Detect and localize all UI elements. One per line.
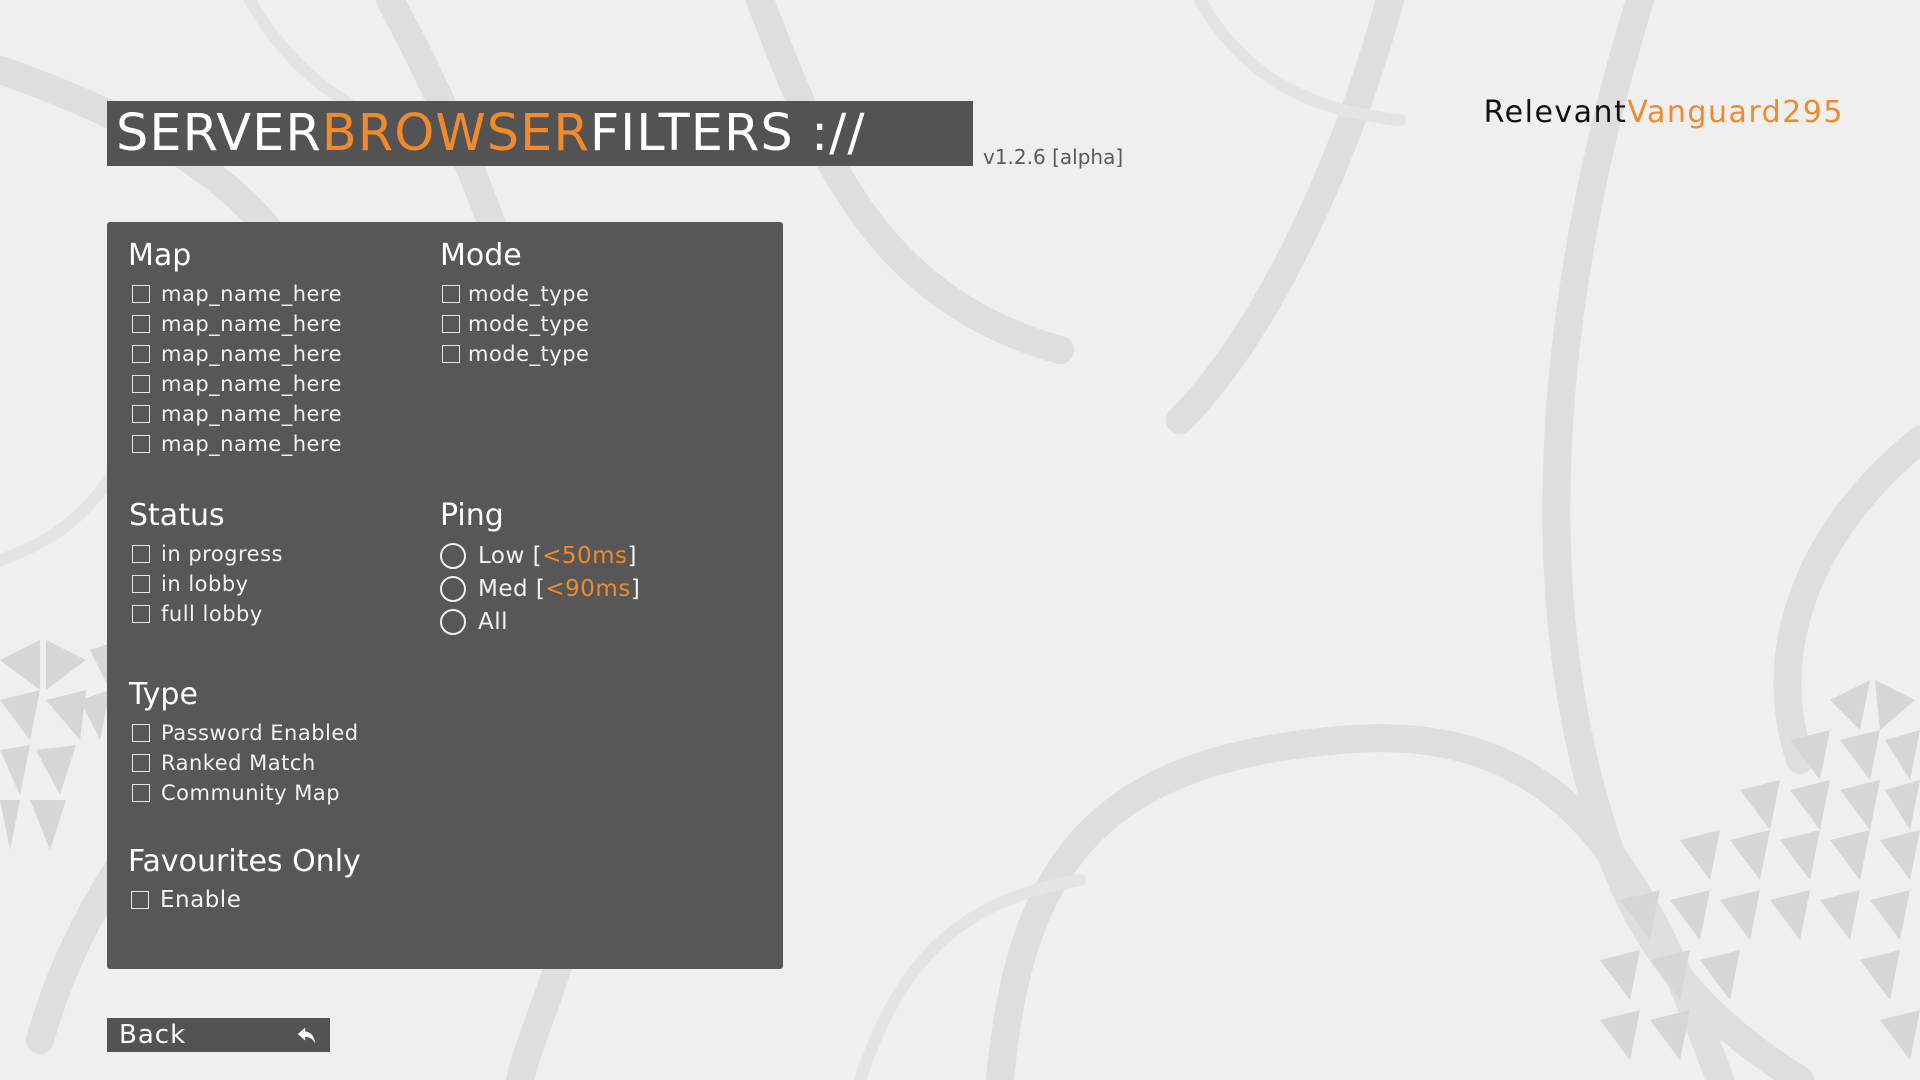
ping-med-ms: <90ms bbox=[545, 575, 631, 602]
ping-option-all[interactable]: All bbox=[440, 605, 640, 638]
checkbox[interactable] bbox=[132, 285, 150, 303]
checkbox[interactable] bbox=[132, 375, 150, 393]
status-option[interactable]: in progress bbox=[129, 539, 283, 569]
checkbox[interactable] bbox=[132, 405, 150, 423]
type-option[interactable]: Community Map bbox=[129, 778, 359, 808]
map-option[interactable]: map_name_here bbox=[128, 309, 342, 339]
checkbox[interactable] bbox=[132, 724, 150, 742]
ping-low-ms: <50ms bbox=[542, 542, 628, 569]
checkbox[interactable] bbox=[442, 315, 460, 333]
type-option-label: Community Map bbox=[161, 781, 341, 805]
version-label: v1.2.6 [alpha] bbox=[983, 145, 1124, 169]
mode-option-label: mode_type bbox=[468, 342, 590, 366]
map-option[interactable]: map_name_here bbox=[128, 369, 342, 399]
mode-option[interactable]: mode_type bbox=[440, 309, 589, 339]
map-option-label: map_name_here bbox=[161, 282, 343, 306]
mode-heading: Mode bbox=[440, 238, 522, 273]
checkbox[interactable] bbox=[132, 545, 150, 563]
type-heading: Type bbox=[129, 677, 198, 712]
favourites-heading: Favourites Only bbox=[128, 844, 361, 879]
checkbox[interactable] bbox=[442, 285, 460, 303]
map-option[interactable]: map_name_here bbox=[128, 279, 342, 309]
checkbox[interactable] bbox=[131, 891, 149, 909]
status-option-label: in progress bbox=[161, 542, 283, 566]
ping-section: Ping Low [<50ms] Med [<90ms] All bbox=[440, 501, 640, 638]
username-part-2: Vanguard295 bbox=[1627, 95, 1844, 130]
map-option[interactable]: map_name_here bbox=[128, 399, 342, 429]
ping-option-med[interactable]: Med [<90ms] bbox=[440, 572, 640, 605]
ping-all-label: All bbox=[478, 608, 509, 635]
favourites-option[interactable]: Enable bbox=[128, 885, 361, 915]
back-arrow-icon bbox=[297, 1027, 316, 1044]
map-option-label: map_name_here bbox=[161, 372, 343, 396]
checkbox[interactable] bbox=[132, 435, 150, 453]
checkbox[interactable] bbox=[132, 345, 150, 363]
map-heading: Map bbox=[128, 238, 192, 273]
status-section: Status in progress in lobby full lobby bbox=[129, 501, 283, 629]
ping-heading: Ping bbox=[440, 498, 504, 533]
checkbox[interactable] bbox=[132, 575, 150, 593]
radio-button[interactable] bbox=[440, 608, 466, 635]
ping-low-label: Low [ bbox=[478, 542, 543, 569]
map-option[interactable]: map_name_here bbox=[128, 429, 342, 459]
title-part-server: SERVER bbox=[116, 104, 322, 163]
type-option-label: Ranked Match bbox=[161, 751, 316, 775]
ping-option-low[interactable]: Low [<50ms] bbox=[440, 539, 640, 572]
filters-panel: Map map_name_here map_name_here map_name… bbox=[107, 222, 783, 969]
checkbox[interactable] bbox=[132, 315, 150, 333]
checkbox[interactable] bbox=[132, 784, 150, 802]
type-option[interactable]: Ranked Match bbox=[129, 748, 359, 778]
mode-option[interactable]: mode_type bbox=[440, 279, 589, 309]
radio-button[interactable] bbox=[440, 542, 466, 569]
mode-option-label: mode_type bbox=[468, 312, 590, 336]
checkbox[interactable] bbox=[132, 754, 150, 772]
type-option[interactable]: Password Enabled bbox=[129, 718, 359, 748]
username: RelevantVanguard295 bbox=[1484, 95, 1844, 130]
ping-low-bracket: ] bbox=[627, 542, 637, 569]
page-title: SERVER BROWSER FILTERS :// bbox=[107, 101, 973, 166]
map-option-label: map_name_here bbox=[161, 342, 343, 366]
type-option-label: Password Enabled bbox=[161, 721, 359, 745]
map-section: Map map_name_here map_name_here map_name… bbox=[128, 241, 342, 459]
status-option[interactable]: in lobby bbox=[129, 569, 283, 599]
mode-option-label: mode_type bbox=[468, 282, 590, 306]
map-option-label: map_name_here bbox=[161, 432, 343, 456]
username-part-1: Relevant bbox=[1483, 95, 1628, 130]
status-option-label: in lobby bbox=[161, 572, 249, 596]
title-part-browser: BROWSER bbox=[321, 104, 590, 163]
back-button[interactable]: Back bbox=[107, 1018, 330, 1052]
mode-section: Mode mode_type mode_type mode_type bbox=[440, 241, 589, 369]
radio-button[interactable] bbox=[440, 575, 466, 602]
favourites-section: Favourites Only Enable bbox=[128, 847, 361, 915]
status-heading: Status bbox=[129, 498, 225, 533]
title-part-filters: FILTERS :// bbox=[589, 104, 866, 163]
map-option-label: map_name_here bbox=[161, 312, 343, 336]
status-option-label: full lobby bbox=[161, 602, 263, 626]
favourites-option-label: Enable bbox=[160, 887, 242, 913]
map-option-label: map_name_here bbox=[161, 402, 343, 426]
ping-med-label: Med [ bbox=[478, 575, 546, 602]
mode-option[interactable]: mode_type bbox=[440, 339, 589, 369]
status-option[interactable]: full lobby bbox=[129, 599, 283, 629]
map-option[interactable]: map_name_here bbox=[128, 339, 342, 369]
type-section: Type Password Enabled Ranked Match Commu… bbox=[129, 680, 359, 808]
ping-med-bracket: ] bbox=[630, 575, 641, 602]
checkbox[interactable] bbox=[132, 605, 150, 623]
checkbox[interactable] bbox=[442, 345, 460, 363]
back-button-label: Back bbox=[119, 1020, 187, 1050]
